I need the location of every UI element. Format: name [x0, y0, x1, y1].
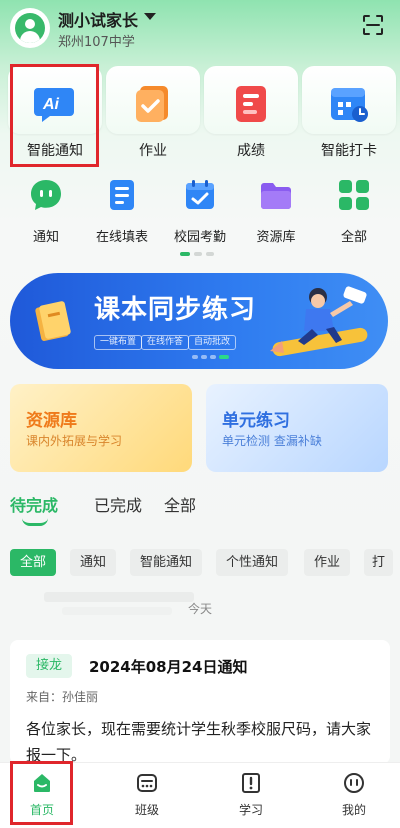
banner-tag: 自动批改	[188, 335, 237, 350]
card-subtitle: 单元检测 查漏补缺	[222, 434, 322, 448]
notice-title: 2024年08月24日通知	[89, 658, 248, 676]
user-icon	[15, 13, 45, 43]
tab-all[interactable]: 全部	[164, 492, 196, 516]
app-online-form[interactable]: 在线填表	[86, 175, 158, 245]
card-subtitle: 课内外拓展与学习	[26, 434, 123, 448]
app-label: 在线填表	[95, 230, 148, 245]
nav-class[interactable]: 班级	[107, 763, 187, 828]
notice-body: 各位家长，现在需要统计学生秋季校服尺码，请大家报一下。	[26, 720, 372, 764]
page-indicator	[180, 252, 220, 258]
featured-app-checkin[interactable]: 智能打卡	[302, 66, 398, 166]
chat-bubble-icon	[31, 180, 61, 210]
resource-library-card[interactable]: 资源库 课内外拓展与学习	[10, 384, 192, 472]
card-title: 单元练习	[222, 411, 290, 431]
filter-notice[interactable]: 通知	[70, 549, 117, 576]
app-resource-library[interactable]: 资源库	[240, 175, 312, 245]
highlight-box	[10, 64, 99, 167]
profile-icon	[343, 772, 365, 794]
notice-card[interactable]: 接龙 2024年08月24日通知 来自：孙佳丽 各位家长，现在需要统计学生秋季校…	[10, 640, 390, 764]
nav-label: 班级	[134, 803, 159, 817]
book-icon	[35, 301, 71, 341]
folder-icon	[261, 183, 291, 209]
featured-app-grades[interactable]: 成绩	[204, 66, 300, 166]
card-title: 资源库	[26, 411, 77, 431]
filter-homework[interactable]: 作业	[304, 549, 351, 576]
tab-completed[interactable]: 已完成	[94, 492, 142, 516]
page-dot-active	[180, 252, 190, 256]
user-name[interactable]: 测小试家长	[58, 7, 138, 31]
avatar[interactable]	[10, 8, 50, 48]
banner-indicator	[192, 355, 232, 359]
type-badge: 接龙	[26, 654, 73, 678]
page-dot	[194, 252, 202, 256]
highlight-box	[10, 761, 73, 825]
top-header: 测小试家长 郑州107中学	[0, 0, 400, 56]
app-label: 通知	[32, 230, 59, 245]
nav-profile[interactable]: 我的	[314, 763, 394, 828]
app-label: 成绩	[237, 143, 265, 159]
banner-tag: 在线作答	[141, 335, 190, 350]
tab-pending[interactable]: 待完成	[10, 492, 58, 516]
active-tab-indicator	[22, 518, 48, 526]
school-name: 郑州107中学	[58, 35, 135, 50]
banner-title: 课本同步练习	[94, 295, 257, 325]
app-label: 智能打卡	[321, 143, 377, 159]
form-icon	[110, 180, 134, 210]
promo-banner[interactable]: 课本同步练习 一键布置 在线作答 自动批改	[10, 273, 388, 369]
page-dot	[206, 252, 214, 256]
app-all[interactable]: 全部	[318, 175, 390, 245]
nav-study[interactable]: 学习	[211, 763, 291, 828]
calendar-checkin-icon	[331, 88, 368, 122]
grades-icon	[236, 86, 266, 122]
app-label: 校园考勤	[173, 230, 226, 245]
app-label: 全部	[340, 230, 367, 245]
grid-icon	[339, 180, 369, 210]
filter-all[interactable]: 全部	[10, 549, 57, 576]
app-attendance[interactable]: 校园考勤	[164, 175, 236, 245]
filter-personal-notice[interactable]: 个性通知	[216, 549, 289, 576]
notice-sender: 来自：孙佳丽	[26, 690, 99, 704]
app-label: 作业	[139, 143, 167, 159]
student-illustration	[270, 286, 368, 357]
app-notice[interactable]: 通知	[10, 175, 82, 245]
nav-label: 学习	[238, 803, 263, 817]
scan-icon[interactable]	[362, 14, 384, 36]
featured-app-homework[interactable]: 作业	[106, 66, 202, 166]
date-divider: 今天	[187, 602, 212, 616]
class-icon	[137, 774, 157, 792]
filter-more[interactable]: 打	[364, 549, 394, 576]
filter-ai-notice[interactable]: 智能通知	[130, 549, 203, 576]
banner-tag: 一键布置	[94, 335, 143, 350]
nav-label: 我的	[341, 803, 366, 817]
app-label: 资源库	[256, 230, 296, 245]
study-icon	[242, 773, 260, 793]
attendance-calendar-icon	[186, 180, 214, 209]
unit-practice-card[interactable]: 单元练习 单元检测 查漏补缺	[206, 384, 388, 472]
homework-icon	[136, 86, 168, 122]
chevron-down-icon[interactable]	[144, 13, 156, 20]
